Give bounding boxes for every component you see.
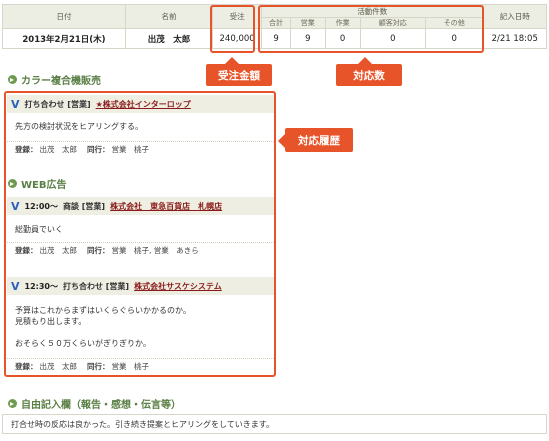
- activity-entry-header: V 12:30～ 打ち合わせ [営業] 株式会社サスケシステム: [7, 277, 274, 295]
- company-link[interactable]: 株式会社サスケシステム: [134, 281, 222, 292]
- orders-amount-callout: 受注金額: [206, 64, 272, 86]
- history-callout: 対応履歴: [285, 128, 353, 152]
- company-link[interactable]: 株式会社 東急百貨店 札幌店: [110, 201, 222, 212]
- history-callout-pointer: [278, 134, 285, 148]
- activity-entry-header: V 打ち合わせ [営業] ★株式会社インターロップ: [7, 95, 274, 113]
- recorded-at-header: 記入日時: [482, 4, 547, 29]
- check-v-icon: V: [11, 97, 20, 111]
- registered-by: 出茂 太郎: [39, 144, 78, 154]
- recorded-at: 2/21 18:05: [482, 28, 547, 49]
- entry-note-line: 先方の検討状況をヒアリングする。: [15, 122, 143, 131]
- count-callout: 対応数: [336, 64, 402, 86]
- section-title-free-entry: 自由記入欄（報告・感想・伝言等）: [8, 396, 181, 411]
- report-date: 2013年2月21日(木): [2, 28, 126, 49]
- entry-footer: 登録： 出茂 太郎 同行： 営業 桃子: [7, 358, 274, 373]
- bullet-icon: [8, 179, 17, 188]
- bullet-icon: [8, 75, 17, 84]
- entry-body: 先方の検討状況をヒアリングする。: [7, 117, 274, 136]
- entry-note-line: 見積もり出します。: [15, 317, 87, 326]
- activity-highlight-box: [258, 5, 484, 53]
- entry-note-line: [15, 327, 266, 338]
- entry-footer: 登録： 出茂 太郎 同行： 営業 桃子, 営業 あきら: [7, 242, 274, 257]
- count-callout-pointer: [358, 57, 372, 64]
- entry-footer: 登録： 出茂 太郎 同行： 営業 桃子: [7, 141, 274, 156]
- section-title-color-mfp: カラー複合機販売: [8, 72, 101, 87]
- accompanied-label: 同行：: [87, 144, 110, 154]
- section-title-text: WEB広告: [21, 180, 67, 191]
- company-link[interactable]: ★株式会社インターロップ: [96, 99, 191, 110]
- entry-time: 12:00～: [24, 201, 58, 211]
- accompanied-label: 同行：: [87, 361, 110, 371]
- registered-label: 登録：: [15, 245, 38, 255]
- entry-body: 予算はこれからまずはいくらぐらいかかるのか。 見積もり出します。 おそらく５０万…: [7, 301, 274, 353]
- check-v-icon: V: [11, 279, 20, 293]
- accompanied-label: 同行：: [87, 245, 110, 255]
- entry-kind: 打ち合わせ [営業]: [24, 99, 91, 109]
- free-entry-text: 打合せ時の反応は良かった。引き続き提案とヒアリングをしていきます。: [2, 414, 547, 434]
- name-header: 名前: [124, 4, 214, 29]
- orders-callout-pointer: [225, 57, 239, 64]
- accompanied-by: 営業 桃子: [111, 144, 150, 154]
- section-title-web-ad: WEB広告: [8, 176, 66, 191]
- registered-by: 出茂 太郎: [39, 361, 78, 371]
- entry-kind: 打ち合わせ [営業]: [62, 281, 130, 291]
- registered-by: 出茂 太郎: [39, 245, 78, 255]
- entry-note-line: 総勤員でいく: [15, 225, 63, 234]
- reporter-name: 出茂 太郎: [124, 28, 214, 49]
- date-header: 日付: [2, 4, 126, 29]
- section-title-text: カラー複合機販売: [21, 76, 101, 87]
- entry-kind: 商談 [営業]: [62, 201, 106, 211]
- registered-label: 登録：: [15, 144, 38, 154]
- entry-note-line: 予算はこれからまずはいくらぐらいかかるのか。: [15, 306, 191, 315]
- entry-time: 12:30～: [24, 281, 58, 291]
- accompanied-by: 営業 桃子: [111, 361, 150, 371]
- entry-body: 総勤員でいく: [7, 220, 274, 239]
- accompanied-by: 営業 桃子, 営業 あきら: [111, 245, 199, 255]
- bullet-icon: [8, 399, 17, 408]
- activity-entry-header: V 12:00～ 商談 [営業] 株式会社 東急百貨店 札幌店: [7, 197, 274, 215]
- registered-label: 登録：: [15, 361, 38, 371]
- orders-highlight-box: [210, 5, 255, 53]
- check-v-icon: V: [11, 199, 20, 213]
- section-title-text: 自由記入欄（報告・感想・伝言等）: [21, 400, 181, 411]
- entry-note-line: おそらく５０万くらいがぎりぎりか。: [15, 339, 151, 348]
